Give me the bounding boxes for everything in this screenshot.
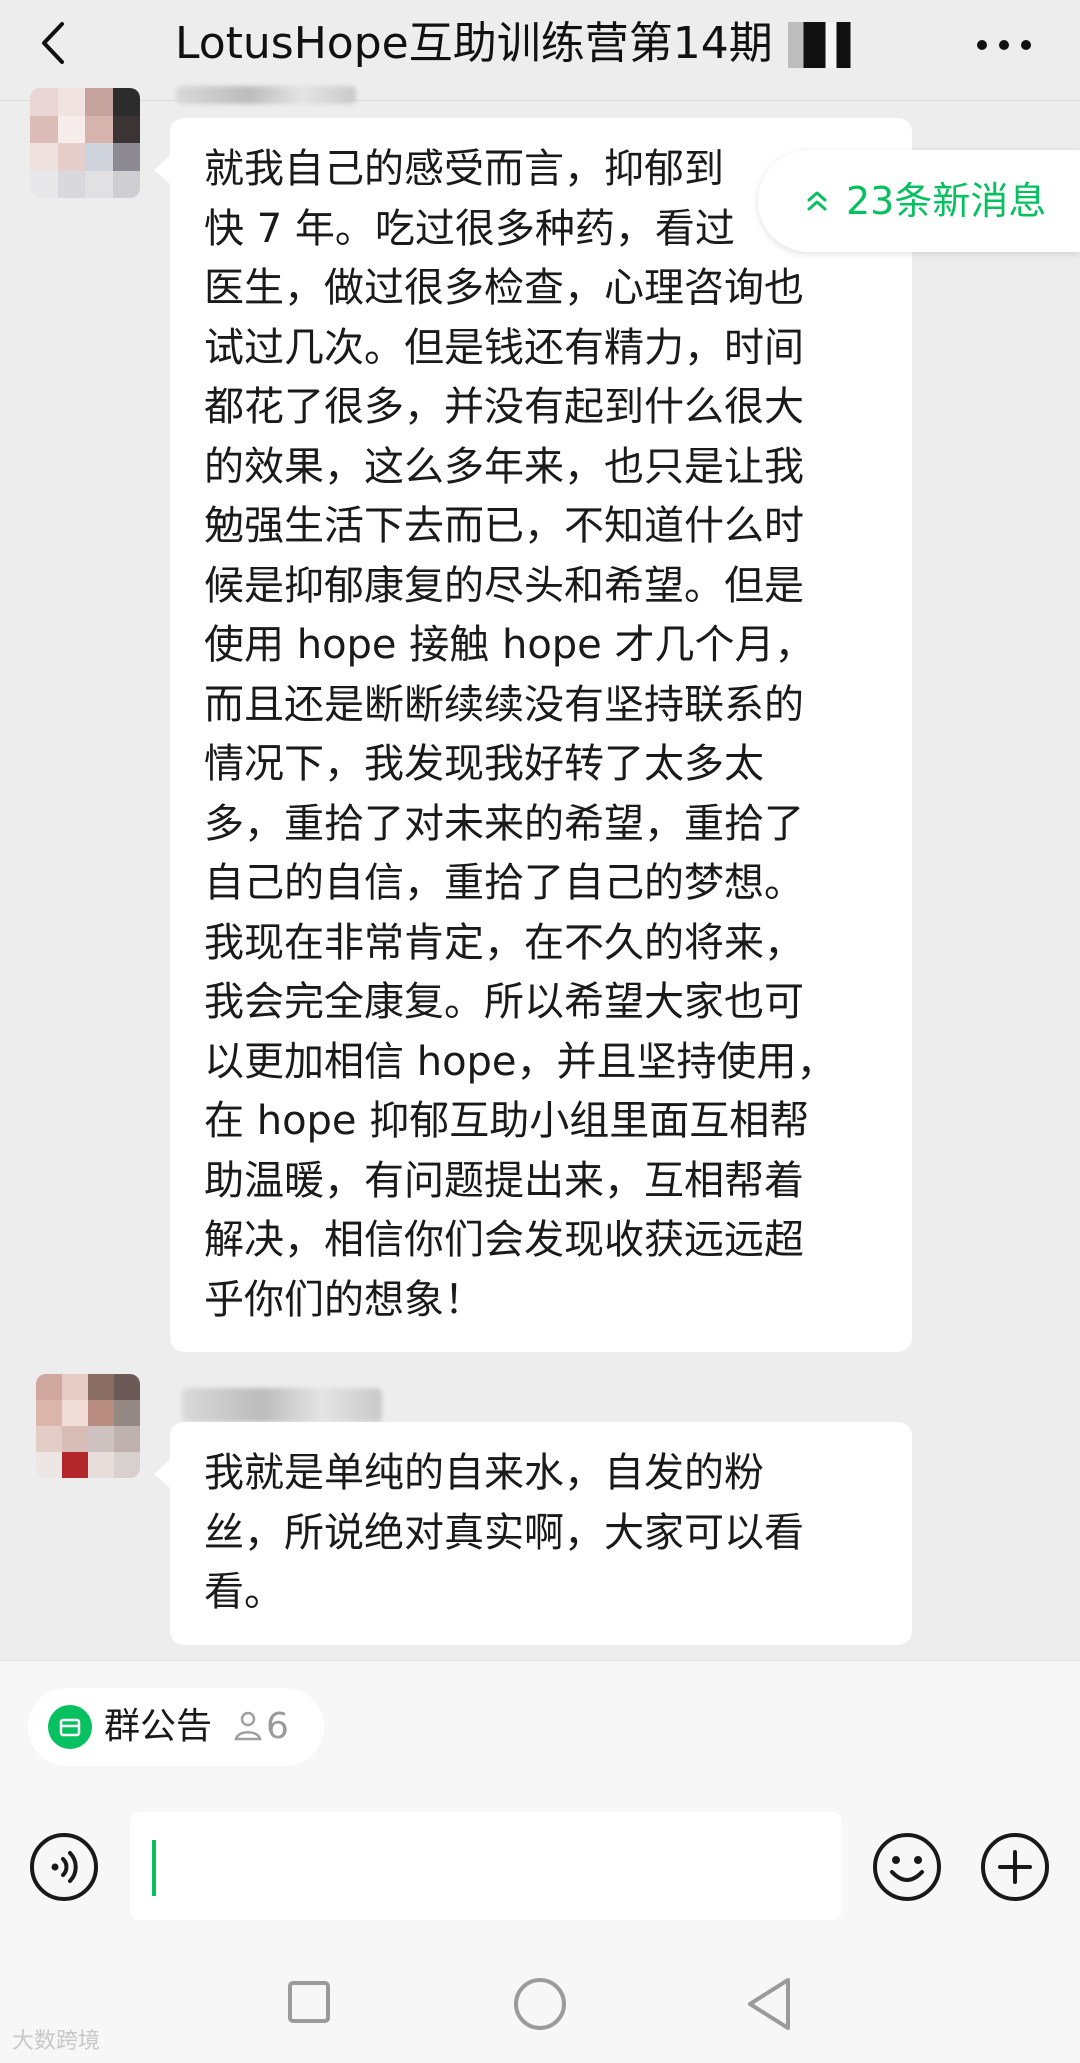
- message-line: 情况下，我发现我好转了太多太: [204, 741, 764, 787]
- message-line: 都花了很多，并没有起到什么很大: [204, 384, 804, 430]
- message-line: 乎你们的想象！: [204, 1276, 484, 1323]
- announcement-count: 6: [266, 1706, 289, 1747]
- message-line: 解决，相信你们会发现收获远远超: [204, 1217, 804, 1263]
- message-line: 看。: [204, 1569, 284, 1615]
- message-bubble-1[interactable]: 就我自己的感受而言，抑郁到 快 7 年。吃过很多种药，看过 医生，做过很多检查，…: [154, 118, 912, 1352]
- message-line: 使用 hope 接触 hope 才几个月，: [204, 622, 815, 668]
- emoji-icon[interactable]: [872, 1832, 942, 1902]
- message-input[interactable]: [130, 1812, 842, 1920]
- announcement-label: 群公告: [104, 1706, 213, 1747]
- avatar[interactable]: [30, 88, 140, 198]
- announcement-icon: [48, 1705, 92, 1749]
- message-line: 勉强生活下去而已，不知道什么时: [204, 503, 804, 549]
- message-line: 试过几次。但是钱还有精力，时间: [204, 324, 804, 371]
- chat-title: LotusHope互助训练营第14期: [175, 18, 773, 69]
- message-line: 我现在非常肯定，在不久的将来，: [204, 919, 804, 966]
- message-line: 我就是单纯的自来水，自发的粉: [204, 1450, 764, 1496]
- group-announcement-button[interactable]: 群公告 6: [28, 1688, 324, 1766]
- message-line: 助温暖，有问题提出来，互相帮着: [204, 1157, 804, 1204]
- new-messages-label: 23条新消息: [846, 179, 1047, 223]
- voice-icon[interactable]: [29, 1832, 99, 1902]
- message-line: 以更加相信 hope，并且坚持使用，: [204, 1038, 837, 1085]
- new-messages-button[interactable]: 23条新消息: [758, 150, 1080, 252]
- double-chevron-up-icon: [800, 184, 834, 218]
- square-icon[interactable]: [287, 1980, 331, 2024]
- title-redaction: [788, 22, 866, 68]
- message-line: 而且还是断断续续没有坚持联系的: [204, 681, 804, 728]
- message-line: 医生，做过很多检查，心理咨询也: [204, 265, 804, 311]
- watermark: 大数跨境: [12, 2029, 101, 2054]
- sender-name-1: [176, 86, 356, 104]
- message-line: 自己的自信，重拾了自己的梦想。: [204, 860, 804, 906]
- chevron-left-icon[interactable]: [32, 18, 82, 68]
- text-cursor: [152, 1840, 156, 1896]
- message-line: 候是抑郁康复的尽头和希望。但是: [204, 562, 804, 609]
- chat-header: LotusHope互助训练营第14期: [0, 0, 1080, 101]
- message-line: 在 hope 抑郁互助小组里面互相帮: [204, 1098, 810, 1144]
- message-line: 多，重拾了对未来的希望，重拾了: [204, 800, 804, 847]
- sender-name-2: [182, 1388, 382, 1422]
- more-dots-icon[interactable]: [975, 18, 1035, 68]
- person-icon: [230, 1708, 266, 1744]
- triangle-back-icon[interactable]: [744, 1976, 794, 2032]
- message-bubble-2[interactable]: 我就是单纯的自来水，自发的粉 丝，所说绝对真实啊，大家可以看 看。: [154, 1422, 912, 1645]
- circle-icon[interactable]: [512, 1976, 568, 2032]
- avatar[interactable]: [36, 1374, 140, 1478]
- message-line: 的效果，这么多年来，也只是让我: [204, 443, 804, 490]
- message-line: 丝，所说绝对真实啊，大家可以看: [204, 1509, 804, 1556]
- message-line: 我会完全康复。所以希望大家也可: [204, 979, 804, 1025]
- plus-icon[interactable]: [980, 1832, 1050, 1902]
